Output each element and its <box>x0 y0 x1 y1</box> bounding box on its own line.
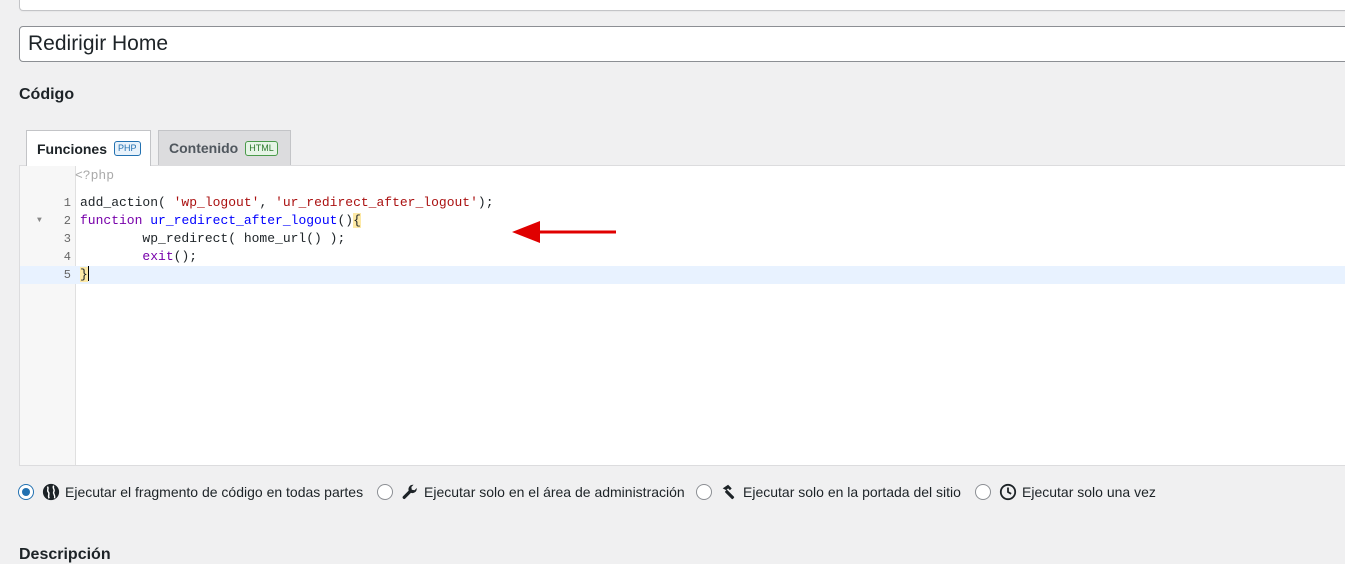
tab-label: Funciones <box>37 140 108 157</box>
snippet-title-input[interactable] <box>19 26 1345 62</box>
scope-option-once[interactable]: Ejecutar solo una vez <box>975 483 1156 501</box>
scope-label: Ejecutar solo una vez <box>1022 484 1156 500</box>
php-open-tag: <?php <box>75 168 115 183</box>
tab-label: Contenido <box>169 140 239 156</box>
radio-button[interactable] <box>975 484 991 500</box>
scope-option-everywhere[interactable]: Ejecutar el fragmento de código en todas… <box>18 483 363 501</box>
globe-icon <box>42 483 60 501</box>
radio-button[interactable] <box>18 484 34 500</box>
tab-funciones-php[interactable]: Funciones PHP <box>26 130 151 166</box>
code-line: ▼ 2 function ur_redirect_after_logout(){ <box>20 212 1345 230</box>
radio-button[interactable] <box>377 484 393 500</box>
scope-label: Ejecutar solo en el área de administraci… <box>424 484 685 500</box>
line-number: 5 <box>63 268 71 282</box>
code-text: wp_redirect( home_url() ); <box>80 231 346 246</box>
code-text: exit(); <box>142 249 198 264</box>
code-text: function ur_redirect_after_logout(){ <box>80 213 361 228</box>
clock-icon <box>999 483 1017 501</box>
code-text: add_action( 'wp_logout', 'ur_redirect_af… <box>80 195 494 210</box>
line-number: 4 <box>63 250 71 264</box>
html-badge: HTML <box>245 140 278 156</box>
code-line-active: 5 } <box>20 266 1345 284</box>
scope-label: Ejecutar el fragmento de código en todas… <box>65 484 364 500</box>
code-editor[interactable]: <?php 1 add_action( 'wp_logout', 'ur_red… <box>19 165 1345 466</box>
hammer-icon <box>722 484 735 500</box>
code-section-heading: Código <box>19 86 75 103</box>
text-cursor <box>87 266 89 281</box>
scope-option-frontend[interactable]: Ejecutar solo en la portada del sitio <box>696 483 961 501</box>
scope-option-admin[interactable]: Ejecutar solo en el área de administraci… <box>377 483 685 501</box>
description-heading: Descripción <box>19 546 111 563</box>
wrench-icon <box>402 484 417 500</box>
php-badge: PHP <box>114 141 141 156</box>
line-number: 1 <box>63 196 71 210</box>
radio-button[interactable] <box>696 484 712 500</box>
tab-contenido-html[interactable]: Contenido HTML <box>158 130 291 165</box>
code-line: 1 add_action( 'wp_logout', 'ur_redirect_… <box>20 194 1345 212</box>
code-text: } <box>80 266 89 282</box>
code-line: 3 wp_redirect( home_url() ); <box>20 230 1345 248</box>
previous-panel-edge <box>19 0 1345 11</box>
code-line: 4 exit(); <box>20 248 1345 266</box>
red-arrow-annotation <box>512 221 616 243</box>
scope-label: Ejecutar solo en la portada del sitio <box>743 484 961 500</box>
line-number: 2 <box>63 214 71 228</box>
line-number: 3 <box>63 232 71 246</box>
